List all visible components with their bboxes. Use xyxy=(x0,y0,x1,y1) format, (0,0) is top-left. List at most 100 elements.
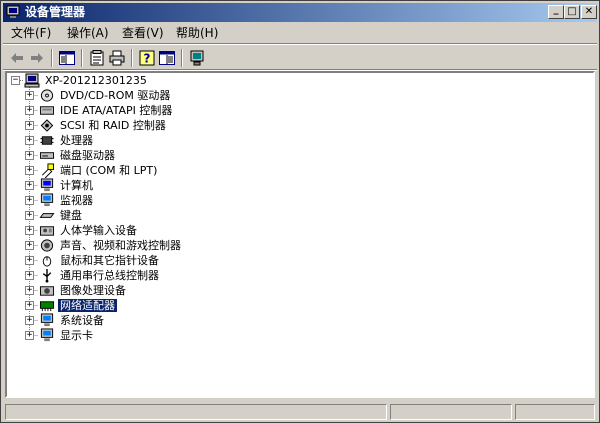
tree-item[interactable]: 图像处理设备 xyxy=(39,283,128,298)
details-icon xyxy=(159,51,175,65)
tree-item-label: DVD/CD-ROM 驱动器 xyxy=(60,89,171,102)
tree-item-label: 磁盘驱动器 xyxy=(60,149,115,162)
back-arrow-icon xyxy=(11,53,23,63)
cdrom-icon xyxy=(40,89,54,102)
help-button[interactable]: ? xyxy=(137,48,157,68)
tree-item[interactable]: 磁盘驱动器 xyxy=(39,148,117,163)
tree-item-label: SCSI 和 RAID 控制器 xyxy=(60,119,166,132)
tree-expander[interactable]: + xyxy=(25,301,34,310)
tree-item[interactable]: 通用串行总线控制器 xyxy=(39,268,161,283)
menu-action[interactable]: 操作(A) xyxy=(67,26,109,40)
menu-help[interactable]: 帮助(H) xyxy=(176,26,218,40)
help-icon: ? xyxy=(139,50,155,66)
keyboard-icon xyxy=(39,213,55,218)
tree-item[interactable]: 鼠标和其它指针设备 xyxy=(39,253,161,268)
scan-hardware-icon xyxy=(190,50,204,66)
print-button[interactable] xyxy=(107,48,127,68)
minimize-button[interactable]: _ xyxy=(548,5,564,19)
menu-view[interactable]: 查看(V) xyxy=(122,26,164,40)
status-pane-2 xyxy=(390,404,512,420)
tree-expander[interactable]: + xyxy=(25,121,34,130)
tree-expander[interactable]: + xyxy=(25,226,34,235)
tree-item-label: 处理器 xyxy=(60,134,93,147)
tree-expander[interactable]: + xyxy=(25,91,34,100)
display-adapter-icon xyxy=(40,328,54,342)
tree-expander[interactable]: + xyxy=(25,211,34,220)
tree-item[interactable]: 系统设备 xyxy=(39,313,106,328)
device-manager-icon xyxy=(6,5,20,18)
tree-expander[interactable]: + xyxy=(25,331,34,340)
tree-expander[interactable]: + xyxy=(25,316,34,325)
tree-item-label: 系统设备 xyxy=(60,314,104,327)
toolbar-separator xyxy=(181,49,183,67)
tree-item[interactable]: 人体学输入设备 xyxy=(39,223,139,238)
print-icon xyxy=(109,50,125,66)
maximize-icon: □ xyxy=(567,6,577,17)
computer-icon xyxy=(24,73,40,88)
tree-root-label: XP-201212301235 xyxy=(45,74,147,87)
device-tree[interactable]: − XP-201212301235 + DVD/CD-ROM 驱动器 + IDE AT… xyxy=(5,71,595,398)
network-adapter-icon xyxy=(39,301,55,312)
status-bar xyxy=(3,403,597,421)
camera-icon xyxy=(39,286,55,296)
forward-button[interactable] xyxy=(27,48,47,68)
tree-item[interactable]: IDE ATA/ATAPI 控制器 xyxy=(39,103,174,118)
tree-item[interactable]: 端口 (COM 和 LPT) xyxy=(39,163,159,178)
window-title: 设备管理器 xyxy=(25,5,86,19)
scan-hardware-button[interactable] xyxy=(187,48,207,68)
minimize-icon: _ xyxy=(553,4,559,15)
show-hide-tree-icon xyxy=(59,51,75,65)
status-pane-3 xyxy=(515,404,595,420)
tree-item[interactable]: 监视器 xyxy=(39,193,95,208)
show-hide-tree-button[interactable] xyxy=(57,48,77,68)
tree-item-label: 图像处理设备 xyxy=(60,284,126,297)
tree-item-label: 端口 (COM 和 LPT) xyxy=(60,164,158,177)
mouse-icon xyxy=(42,256,52,267)
ide-controller-icon xyxy=(39,106,55,115)
hid-icon xyxy=(39,226,55,236)
tree-item[interactable]: SCSI 和 RAID 控制器 xyxy=(39,118,168,133)
tree-expander[interactable]: + xyxy=(25,136,34,145)
tree-item[interactable]: DVD/CD-ROM 驱动器 xyxy=(39,88,172,103)
system-device-icon xyxy=(40,313,54,327)
tree-item[interactable]: 处理器 xyxy=(39,133,95,148)
tree-expander[interactable]: + xyxy=(25,166,34,175)
tree-item-label: 显示卡 xyxy=(60,329,93,342)
tree-item-label: 人体学输入设备 xyxy=(60,224,137,237)
status-pane-main xyxy=(5,404,387,420)
tree-item[interactable]: 计算机 xyxy=(39,178,95,193)
tree-expander[interactable]: + xyxy=(25,151,34,160)
properties-button[interactable] xyxy=(87,48,107,68)
back-button[interactable] xyxy=(7,48,27,68)
tree-item[interactable]: 键盘 xyxy=(39,208,84,223)
sound-icon xyxy=(40,239,54,252)
tree-expander[interactable]: + xyxy=(25,271,34,280)
tree-root[interactable]: XP-201212301235 xyxy=(24,73,149,88)
tree-item[interactable]: 网络适配器 xyxy=(39,298,118,313)
tree-item[interactable]: 显示卡 xyxy=(39,328,95,343)
tree-expander[interactable]: + xyxy=(25,286,34,295)
close-button[interactable]: ✕ xyxy=(581,5,597,19)
menu-bar: 文件(F) 操作(A) 查看(V) 帮助(H) xyxy=(3,23,597,43)
tree-item-label: 计算机 xyxy=(60,179,93,192)
disk-drive-icon xyxy=(39,152,55,159)
title-bar[interactable]: 设备管理器 _ □ ✕ xyxy=(3,3,597,22)
tree-item-label: 网络适配器 xyxy=(57,298,118,313)
tree-item-label: 鼠标和其它指针设备 xyxy=(60,254,159,267)
maximize-button[interactable]: □ xyxy=(564,5,580,19)
tree-item[interactable]: 声音、视频和游戏控制器 xyxy=(39,238,183,253)
tree-expander[interactable]: + xyxy=(25,256,34,265)
menu-file[interactable]: 文件(F) xyxy=(11,26,51,40)
tree-expander[interactable]: + xyxy=(25,106,34,115)
tree-root-expander[interactable]: − xyxy=(11,76,20,85)
tree-item-label: IDE ATA/ATAPI 控制器 xyxy=(60,104,173,117)
toolbar-separator xyxy=(81,49,83,67)
tree-expander[interactable]: + xyxy=(25,181,34,190)
svg-text:?: ? xyxy=(144,52,151,66)
tree-item-label: 通用串行总线控制器 xyxy=(60,269,159,282)
details-button[interactable] xyxy=(157,48,177,68)
tree-expander[interactable]: + xyxy=(25,241,34,250)
computer-icon xyxy=(40,178,54,192)
monitor-icon xyxy=(40,193,54,207)
tree-expander[interactable]: + xyxy=(25,196,34,205)
